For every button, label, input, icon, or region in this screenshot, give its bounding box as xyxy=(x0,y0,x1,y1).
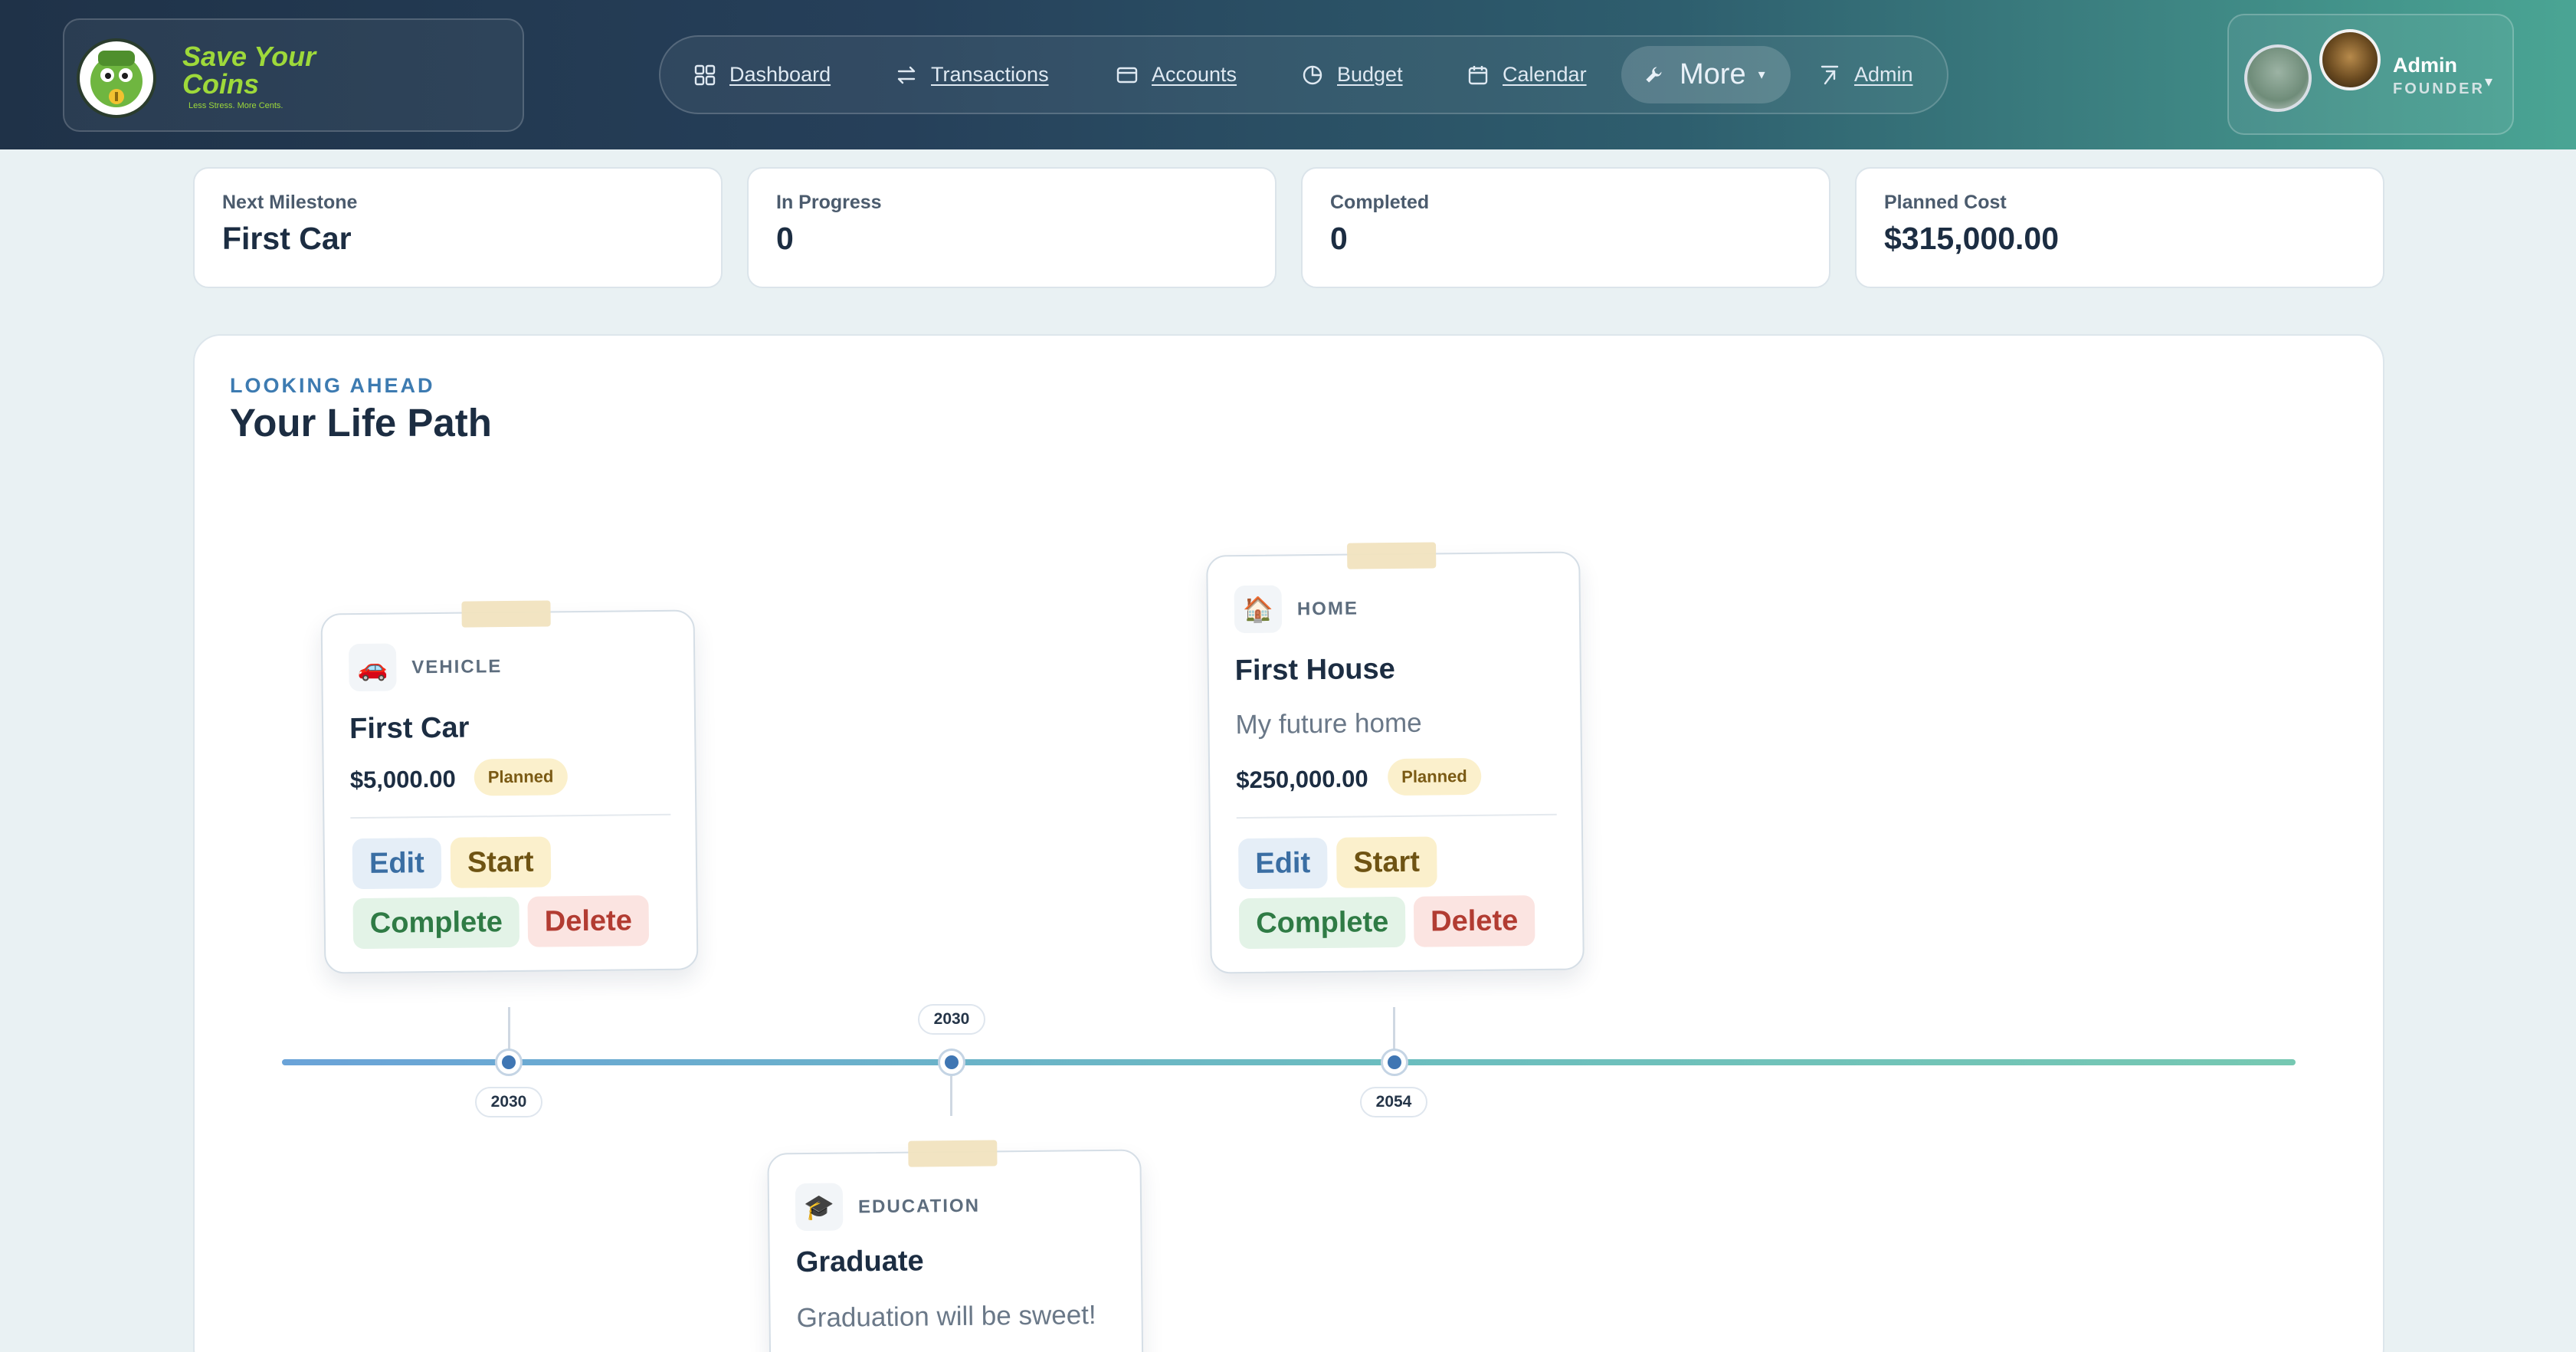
milestone-card-first-house[interactable]: 🏠 HOME First House My future home $250,0… xyxy=(1206,542,1585,974)
card-divider xyxy=(1236,813,1557,819)
admin-arrow-icon xyxy=(1821,65,1839,84)
stat-next-milestone: Next Milestone First Car xyxy=(193,167,723,288)
grid-icon xyxy=(694,64,716,85)
stat-in-progress: In Progress 0 xyxy=(747,167,1277,288)
car-icon: 🚗 xyxy=(348,643,397,692)
nav-accounts-label: Accounts xyxy=(1152,63,1237,86)
nav-admin-label: Admin xyxy=(1854,63,1913,86)
nav-budget-label: Budget xyxy=(1337,63,1403,86)
edit-button[interactable]: Edit xyxy=(1238,837,1328,890)
user-name: Admin xyxy=(2393,54,2457,77)
calendar-icon xyxy=(1468,65,1488,84)
timeline-year-label: 2054 xyxy=(1360,1087,1427,1117)
milestone-card-first-car[interactable]: 🚗 VEHICLE First Car $5,000.00 Planned Ed… xyxy=(320,600,699,974)
milestone-description: My future home xyxy=(1235,707,1422,740)
start-button[interactable]: Start xyxy=(1336,836,1437,888)
nav-calendar[interactable]: Calendar xyxy=(1466,37,1587,113)
delete-button[interactable]: Delete xyxy=(527,895,650,947)
brand-wordmark: Save Your Coins Less Stress. More Cents. xyxy=(173,43,319,112)
nav-transactions-label: Transactions xyxy=(931,63,1049,86)
stat-label: In Progress xyxy=(776,192,882,213)
nav-dashboard[interactable]: Dashboard xyxy=(693,37,831,113)
stat-value: 0 xyxy=(776,221,794,256)
top-header: Save Your Coins Less Stress. More Cents.… xyxy=(0,0,2576,149)
wallet-icon xyxy=(1116,67,1138,83)
milestone-title: Graduate xyxy=(795,1245,924,1279)
milestone-amount: $5,000.00 xyxy=(349,765,456,794)
avatar xyxy=(2244,44,2312,112)
nav-budget[interactable]: Budget xyxy=(1300,37,1403,113)
milestone-description: Graduation will be sweet! xyxy=(796,1300,1096,1334)
user-menu[interactable]: Admin FOUNDER ▾ xyxy=(2227,14,2514,135)
delete-button[interactable]: Delete xyxy=(1413,895,1535,947)
brand-name: Save Your Coins xyxy=(182,41,316,100)
milestone-category: HOME xyxy=(1296,598,1359,620)
user-role: FOUNDER xyxy=(2393,80,2485,97)
card-divider xyxy=(350,813,671,819)
house-icon: 🏠 xyxy=(1234,585,1283,634)
stat-value: $315,000.00 xyxy=(1884,221,2060,256)
chevron-down-icon: ▾ xyxy=(1758,67,1765,82)
nav-calendar-label: Calendar xyxy=(1503,63,1587,86)
milestone-title: First Car xyxy=(349,711,470,746)
status-badge: Planned xyxy=(1387,757,1482,796)
timeline-node-first-house[interactable] xyxy=(1381,1048,1408,1076)
stat-label: Next Milestone xyxy=(222,192,358,213)
stat-planned-cost: Planned Cost $315,000.00 xyxy=(1855,167,2384,288)
timeline-node-graduate[interactable] xyxy=(938,1048,965,1076)
main-nav: Dashboard Transactions Accounts Budget C… xyxy=(659,35,1948,114)
arrows-swap-icon xyxy=(897,66,916,84)
milestone-card-graduate[interactable]: 🎓 EDUCATION Graduate Graduation will be … xyxy=(767,1140,1144,1352)
nav-more-label: More xyxy=(1680,58,1746,90)
section-eyebrow: LOOKING AHEAD xyxy=(230,374,435,397)
nav-more-dropdown[interactable]: More ▾ xyxy=(1621,46,1791,103)
frog-mascot-logo xyxy=(77,38,156,118)
stat-label: Completed xyxy=(1330,192,1430,213)
brand-block[interactable]: Save Your Coins Less Stress. More Cents. xyxy=(63,18,524,132)
graduation-cap-icon: 🎓 xyxy=(795,1183,844,1232)
complete-button[interactable]: Complete xyxy=(352,896,520,950)
tape-decoration xyxy=(1346,542,1437,569)
stat-completed: Completed 0 xyxy=(1301,167,1830,288)
start-button[interactable]: Start xyxy=(450,836,551,888)
stat-label: Planned Cost xyxy=(1884,192,2007,213)
wrench-icon xyxy=(1646,67,1662,83)
complete-button[interactable]: Complete xyxy=(1238,896,1406,950)
timeline-year-label: 2030 xyxy=(475,1087,542,1117)
milestone-category: EDUCATION xyxy=(857,1195,981,1218)
avatar-secondary xyxy=(2319,29,2381,90)
pie-icon xyxy=(1303,65,1322,84)
nav-dashboard-label: Dashboard xyxy=(729,63,831,86)
tape-decoration xyxy=(461,600,551,628)
timeline-year-label: 2030 xyxy=(918,1004,985,1035)
edit-button[interactable]: Edit xyxy=(352,837,442,890)
milestone-category: VEHICLE xyxy=(411,656,503,678)
nav-admin[interactable]: Admin xyxy=(1817,37,1913,113)
stat-value: First Car xyxy=(222,221,352,256)
page-title: Your Life Path xyxy=(230,401,492,445)
status-badge: Planned xyxy=(474,758,568,796)
tape-decoration xyxy=(908,1140,998,1167)
stat-value: 0 xyxy=(1330,221,1348,256)
timeline-node-first-car[interactable] xyxy=(495,1048,523,1076)
caret-down-icon[interactable]: ▾ xyxy=(2485,72,2492,91)
milestone-amount: $250,000.00 xyxy=(1236,765,1368,794)
nav-transactions[interactable]: Transactions xyxy=(894,37,1049,113)
brand-tagline: Less Stress. More Cents. xyxy=(188,101,283,110)
timeline-track xyxy=(282,1059,2296,1065)
milestone-title: First House xyxy=(1234,652,1395,687)
nav-accounts[interactable]: Accounts xyxy=(1115,37,1237,113)
